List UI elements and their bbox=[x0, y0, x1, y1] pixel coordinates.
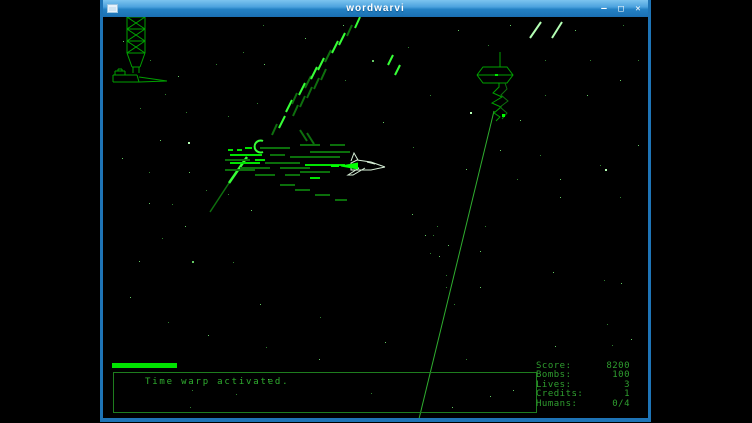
comet-streak bbox=[210, 157, 247, 212]
minimize-button[interactable]: – bbox=[597, 3, 611, 15]
window-controls: – □ ✕ bbox=[597, 3, 645, 15]
stat-humans: Humans: 0/4 bbox=[536, 400, 630, 409]
debris-stream bbox=[255, 17, 400, 153]
close-button[interactable]: ✕ bbox=[631, 3, 645, 15]
health-bar bbox=[112, 363, 177, 368]
stat-value: 0/4 bbox=[612, 400, 630, 409]
stat-label: Humans: bbox=[536, 400, 577, 409]
wordwarvi-window: wordwarvi – □ ✕ Time warp activated bbox=[100, 0, 651, 422]
message-text: Time warp activated. bbox=[145, 377, 289, 387]
ship-trail bbox=[225, 145, 350, 200]
maximize-button[interactable]: □ bbox=[614, 3, 628, 15]
bullet-slashes bbox=[530, 22, 562, 38]
rocket-tower bbox=[113, 17, 167, 82]
window-title: wordwarvi bbox=[103, 3, 648, 14]
desktop: wordwarvi – □ ✕ Time warp activated bbox=[0, 0, 752, 423]
game-viewport[interactable]: Time warp activated. Score: 8200 Bombs: … bbox=[103, 17, 648, 418]
hud-stats: Score: 8200 Bombs: 100 Lives: 3 Credits:… bbox=[536, 362, 630, 409]
enemy-blimp bbox=[477, 52, 513, 121]
stars-layer bbox=[122, 25, 639, 408]
game-scene bbox=[103, 17, 648, 418]
titlebar[interactable]: wordwarvi – □ ✕ bbox=[103, 0, 648, 18]
